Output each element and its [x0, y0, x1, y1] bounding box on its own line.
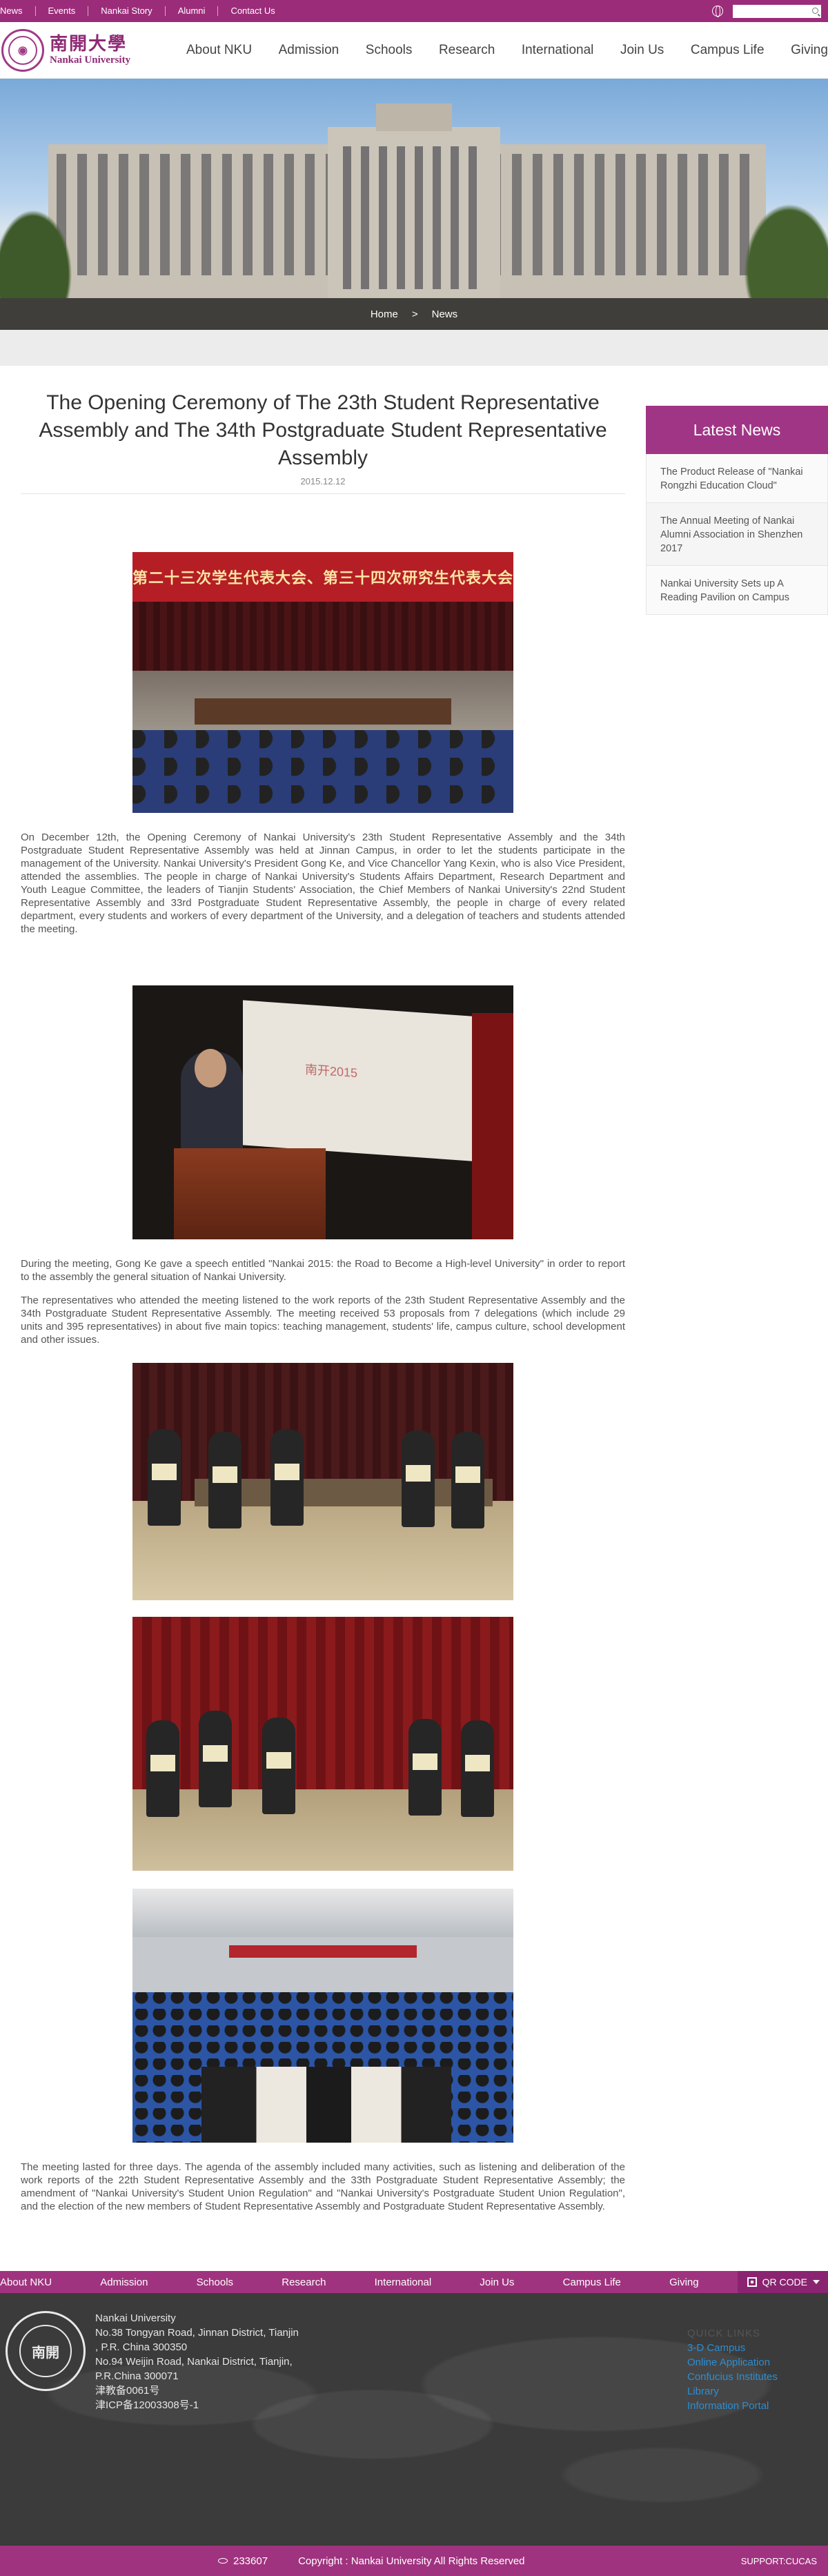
- top-utility-bar: News Events Nankai Story Alumni Contact …: [0, 0, 828, 22]
- search-box: [733, 5, 821, 18]
- footer-nav: About NKU Admission Schools Research Int…: [0, 2271, 828, 2293]
- utility-link-alumni[interactable]: Alumni: [166, 6, 219, 16]
- logo-chinese-name: 南開大學: [50, 34, 128, 55]
- nav-admission[interactable]: Admission: [279, 43, 339, 58]
- main-nav: About NKU Admission Schools Research Int…: [186, 43, 828, 58]
- globe-icon[interactable]: [712, 6, 723, 17]
- qr-code-icon: [747, 2277, 757, 2287]
- address-line: Nankai University: [95, 2312, 176, 2324]
- footer-nav-schools[interactable]: Schools: [197, 2277, 233, 2288]
- quick-link-3d-campus[interactable]: 3-D Campus: [687, 2341, 778, 2355]
- quick-links: QUICK LINKS 3-D Campus Online Applicatio…: [687, 2328, 778, 2413]
- logo-english-name: Nankai University: [50, 55, 131, 66]
- quick-link-confucius-institutes[interactable]: Confucius Institutes: [687, 2370, 778, 2384]
- visit-counter: 233607: [233, 2555, 268, 2567]
- latest-news-heading: Latest News: [646, 406, 828, 454]
- article-paragraph: On December 12th, the Opening Ceremony o…: [21, 832, 625, 935]
- breadcrumb-separator: >: [411, 308, 418, 320]
- address-line: 津ICP备12003308号-1: [95, 2399, 199, 2411]
- utility-link-nankai-story[interactable]: Nankai Story: [88, 6, 166, 16]
- nav-research[interactable]: Research: [439, 43, 495, 58]
- footer-university-seal-icon: 南開: [6, 2311, 86, 2391]
- qr-code-button[interactable]: QR CODE: [737, 2271, 828, 2293]
- nav-about-nku[interactable]: About NKU: [186, 43, 252, 58]
- chevron-down-icon: [813, 2280, 820, 2284]
- quick-link-library[interactable]: Library: [687, 2384, 778, 2399]
- footer-nav-join-us[interactable]: Join Us: [480, 2277, 514, 2288]
- qr-code-label: QR CODE: [762, 2277, 807, 2288]
- utility-link-contact-us[interactable]: Contact Us: [218, 6, 287, 16]
- article-paragraph: The representatives who attended the mee…: [21, 1295, 625, 1346]
- footer-nav-about-nku[interactable]: About NKU: [0, 2277, 52, 2288]
- article-photo-ceremony-hall: 第二十三次学生代表大会、第三十四次研究生代表大会: [132, 552, 513, 813]
- article-photo-awards-men: [132, 1363, 513, 1600]
- address-line: No.94 Weijin Road, Nankai District, Tian…: [95, 2356, 293, 2368]
- address-line: No.38 Tongyan Road, Jinnan District, Tia…: [95, 2327, 299, 2339]
- footer-nav-giving[interactable]: Giving: [669, 2277, 699, 2288]
- utility-tools: [712, 5, 821, 18]
- nav-campus-life[interactable]: Campus Life: [691, 43, 765, 58]
- latest-news-sidebar: Latest News The Product Release of "Nank…: [646, 389, 828, 2213]
- nav-international[interactable]: International: [522, 43, 594, 58]
- footer-main: 南開 Nankai University No.38 Tongyan Road,…: [0, 2293, 828, 2546]
- latest-news-item[interactable]: The Product Release of "Nankai Rongzhi E…: [646, 454, 828, 503]
- photo-banner-text: 第二十三次学生代表大会、第三十四次研究生代表大会: [132, 552, 513, 602]
- address-line: , P.R. China 300350: [95, 2341, 188, 2353]
- breadcrumb: Home > News: [0, 298, 828, 330]
- breadcrumb-current: News: [431, 308, 458, 320]
- latest-news-item[interactable]: Nankai University Sets up A Reading Pavi…: [646, 566, 828, 615]
- address-line: P.R.China 300071: [95, 2370, 179, 2382]
- support-text: SUPPORT:CUCAS: [740, 2555, 817, 2566]
- copyright-text: Copyright : Nankai University All Rights…: [298, 2555, 525, 2567]
- sub-banner-strip: [0, 330, 828, 366]
- site-logo[interactable]: ◉ 南開大學 Nankai University: [0, 28, 186, 72]
- nav-join-us[interactable]: Join Us: [620, 43, 664, 58]
- content-area: The Opening Ceremony of The 23th Student…: [0, 366, 828, 2213]
- quick-link-information-portal[interactable]: Information Portal: [687, 2399, 778, 2413]
- footer-bottom-bar: 233607 Copyright : Nankai University All…: [0, 2546, 828, 2576]
- article-photo-speaker: 南开2015: [132, 985, 513, 1239]
- campus-banner-image: Home > News: [0, 79, 828, 330]
- article-photo-awards-women: [132, 1617, 513, 1871]
- article-title: The Opening Ceremony of The 23th Student…: [39, 391, 607, 469]
- article-photo-audience: [132, 1889, 513, 2143]
- nav-giving[interactable]: Giving: [791, 43, 828, 58]
- footer-address: Nankai University No.38 Tongyan Road, Ji…: [95, 2311, 299, 2546]
- article-date: 2015.12.12: [21, 476, 625, 494]
- article: The Opening Ceremony of The 23th Student…: [21, 389, 625, 2213]
- breadcrumb-home[interactable]: Home: [371, 308, 398, 320]
- site-header: ◉ 南開大學 Nankai University About NKU Admis…: [0, 22, 828, 79]
- utility-links: News Events Nankai Story Alumni Contact …: [0, 0, 288, 22]
- university-seal-icon: ◉: [1, 28, 44, 72]
- search-icon[interactable]: [812, 8, 818, 14]
- footer-nav-research[interactable]: Research: [282, 2277, 326, 2288]
- footer-nav-admission[interactable]: Admission: [100, 2277, 148, 2288]
- utility-link-events[interactable]: Events: [36, 6, 89, 16]
- footer-nav-international[interactable]: International: [375, 2277, 432, 2288]
- search-input[interactable]: [733, 6, 821, 18]
- nav-schools[interactable]: Schools: [366, 43, 413, 58]
- article-paragraph: The meeting lasted for three days. The a…: [21, 2161, 625, 2212]
- address-line: 津教备0061号: [95, 2385, 160, 2397]
- quick-links-heading: QUICK LINKS: [687, 2328, 761, 2339]
- photo-screen-text: 南开2015: [305, 1062, 358, 1081]
- article-paragraph: During the meeting, Gong Ke gave a speec…: [21, 1258, 625, 1283]
- quick-link-online-application[interactable]: Online Application: [687, 2355, 778, 2370]
- utility-link-news[interactable]: News: [0, 6, 36, 16]
- footer-nav-campus-life[interactable]: Campus Life: [563, 2277, 621, 2288]
- latest-news-item[interactable]: The Annual Meeting of Nankai Alumni Asso…: [646, 503, 828, 566]
